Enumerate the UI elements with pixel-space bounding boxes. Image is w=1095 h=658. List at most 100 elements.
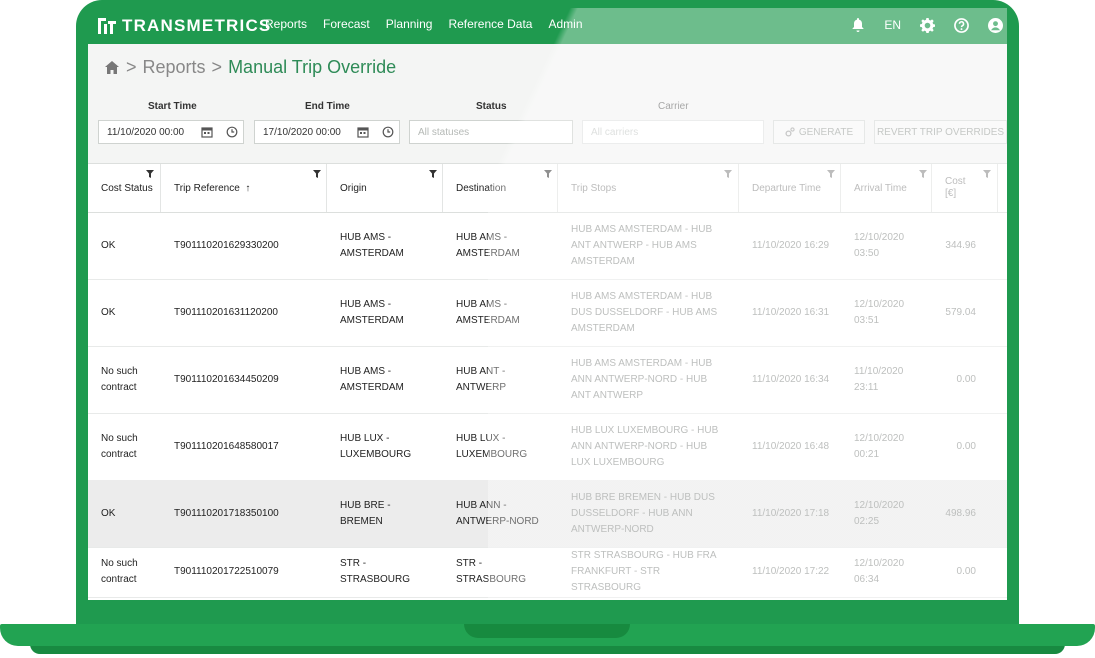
- cell-arrival: 12/10/2020 02:25: [854, 499, 905, 527]
- cell-trip-stops: HUB AMS AMSTERDAM - HUB ANT ANTWERP - HU…: [571, 223, 713, 267]
- language-selector[interactable]: EN: [884, 18, 901, 32]
- cell-trip-stops: HUB AMS AMSTERDAM - HUB DUS DUSSELDORF -…: [571, 290, 718, 334]
- logo-icon: [98, 18, 116, 34]
- sort-ascending-icon[interactable]: ↑: [245, 183, 250, 194]
- home-icon[interactable]: [104, 60, 120, 76]
- revert-label: REVERT TRIP OVERRIDES: [876, 126, 1005, 138]
- filter-icon[interactable]: [919, 170, 927, 178]
- table-row[interactable]: No such contract T901110201634450209 HUB A…: [88, 346, 1007, 414]
- breadcrumb-separator: >: [126, 57, 137, 77]
- filter-icon[interactable]: [429, 170, 437, 178]
- table-row[interactable]: OK T901110201631120200 HUB AMS - AMSTERDAM…: [88, 279, 1007, 347]
- nav-reports[interactable]: Reports: [265, 17, 307, 31]
- calendar-icon[interactable]: [201, 126, 213, 138]
- filter-icon[interactable]: [313, 170, 321, 178]
- cell-arrival: 12/10/2020 06:34: [854, 558, 905, 585]
- cell-destination: HUB ANN - ANTWERP-NORD: [456, 499, 539, 527]
- cell-cost: 0.00: [956, 566, 976, 577]
- cell-trip-stops: STR STRASBOURG - HUB FRA FRANKFURT - STR…: [571, 550, 717, 593]
- cell-cost-status: No such contract: [101, 558, 138, 585]
- cell-cost: 0.00: [956, 373, 976, 385]
- calendar-icon[interactable]: [357, 126, 369, 138]
- logo[interactable]: TRANSMETRICS: [98, 14, 271, 38]
- cell-cost: 498.96: [945, 507, 976, 519]
- cell-trip-reference: T901110201648580017: [174, 440, 279, 452]
- cell-cost-status: No such contract: [101, 365, 138, 393]
- revert-trip-overrides-button[interactable]: REVERT TRIP OVERRIDES: [874, 120, 1007, 144]
- nav-reference-data[interactable]: Reference Data: [448, 17, 532, 31]
- filter-icon[interactable]: [146, 170, 154, 178]
- gear-icon[interactable]: [919, 17, 935, 33]
- breadcrumb-separator: >: [211, 57, 223, 77]
- bell-icon[interactable]: [850, 17, 866, 33]
- cell-destination: HUB LUX - LUXEMBOURG: [456, 432, 528, 460]
- carrier-select[interactable]: All carriers: [582, 120, 764, 144]
- nav-admin[interactable]: Admin: [548, 17, 582, 31]
- cell-departure: 11/10/2020 16:29: [752, 239, 830, 251]
- cell-arrival: 12/10/2020 00:21: [854, 432, 905, 460]
- cell-trip-stops: HUB LUX LUXEMBOURG - HUB ANN ANTWERP-NOR…: [571, 424, 719, 468]
- cell-destination: HUB AMS - AMSTERDAM: [456, 298, 520, 326]
- column-header-trip-stops[interactable]: Trip Stops: [558, 164, 739, 212]
- filter-icon[interactable]: [983, 170, 991, 178]
- filter-icon[interactable]: [724, 170, 732, 178]
- cell-departure: 11/10/2020 17:18: [752, 507, 830, 519]
- status-select[interactable]: All statuses: [409, 120, 573, 144]
- cell-trip-reference: T901110201631120200: [174, 306, 278, 318]
- cell-arrival: 11/10/2020 23:11: [854, 365, 904, 393]
- column-header-arrival-time[interactable]: Arrival Time: [841, 164, 932, 212]
- table-row[interactable]: No such contract T901110201722510079 STR -…: [88, 547, 1007, 598]
- column-header-departure-time[interactable]: Departure Time: [739, 164, 841, 212]
- user-icon[interactable]: [987, 17, 1003, 33]
- column-label: Trip Reference: [174, 182, 240, 194]
- cell-trip-reference: T901110201629330200: [174, 239, 279, 251]
- table-header: Cost Status Trip Reference ↑ Origin Dest…: [88, 164, 1007, 213]
- top-icons: EN: [850, 17, 1003, 33]
- cell-cost-status: No such contract: [101, 432, 138, 460]
- filter-icon[interactable]: [544, 170, 552, 178]
- breadcrumb: > Reports > Manual Trip Override: [104, 57, 396, 78]
- filter-icon[interactable]: [827, 170, 835, 178]
- cell-cost-status: OK: [101, 306, 116, 318]
- column-header-origin[interactable]: Origin: [327, 164, 443, 212]
- app-screen: TRANSMETRICS Reports Forecast Planning R…: [88, 8, 1007, 600]
- end-time-label: End Time: [305, 101, 350, 112]
- cell-cost: 579.04: [945, 306, 976, 318]
- start-time-label: Start Time: [148, 101, 197, 112]
- end-time-field[interactable]: 17/10/2020 00:00: [254, 120, 400, 144]
- breadcrumb-reports[interactable]: Reports: [143, 57, 206, 78]
- column-header-destination[interactable]: Destination: [443, 164, 558, 212]
- filter-bar: Start Time 11/10/2020 00:00 End Time 17/…: [98, 101, 1007, 147]
- column-label: Arrival Time: [854, 182, 907, 194]
- cell-origin: HUB LUX - LUXEMBOURG: [340, 432, 412, 460]
- column-label: Trip Stops: [571, 182, 617, 194]
- status-placeholder: All statuses: [418, 126, 470, 138]
- column-header-cost-status[interactable]: Cost Status: [88, 164, 161, 212]
- clock-icon[interactable]: [226, 126, 238, 138]
- clock-icon[interactable]: [382, 126, 394, 138]
- cell-trip-reference: T901110201722510079: [174, 566, 279, 577]
- cell-trip-reference: T901110201634450209: [174, 373, 279, 385]
- nav-forecast[interactable]: Forecast: [323, 17, 370, 31]
- cell-departure: 11/10/2020 16:34: [752, 373, 830, 385]
- gears-icon: [785, 127, 795, 137]
- cell-arrival: 12/10/2020 03:50: [854, 231, 905, 259]
- generate-button[interactable]: GENERATE: [773, 120, 865, 144]
- cell-origin: HUB BRE - BREMEN: [340, 499, 391, 527]
- table-row[interactable]: OK T901110201718350100 HUB BRE - BREMEN HUB…: [88, 480, 1007, 548]
- cell-origin: STR - STRASBOURG: [340, 558, 411, 585]
- cell-cost-status: OK: [101, 507, 116, 519]
- top-navigation-bar: TRANSMETRICS Reports Forecast Planning R…: [88, 8, 1007, 44]
- column-header-cost[interactable]: Cost [€]: [932, 164, 998, 212]
- help-icon[interactable]: [953, 17, 969, 33]
- column-header-trip-reference[interactable]: Trip Reference ↑: [161, 164, 327, 212]
- end-time-value: 17/10/2020 00:00: [263, 126, 341, 138]
- cell-trip-stops: HUB AMS AMSTERDAM - HUB ANN ANTWERP-NORD…: [571, 357, 713, 401]
- nav-planning[interactable]: Planning: [386, 17, 433, 31]
- table-row[interactable]: No such contract T901110201648580017 HUB L…: [88, 413, 1007, 481]
- column-label: Cost [€]: [945, 176, 966, 199]
- table-row[interactable]: OK T901110201629330200 HUB AMS - AMSTERDAM…: [88, 212, 1007, 280]
- cell-departure: 11/10/2020 17:22: [752, 566, 830, 577]
- start-time-field[interactable]: 11/10/2020 00:00: [98, 120, 244, 144]
- trips-table: Cost Status Trip Reference ↑ Origin Dest…: [88, 163, 1007, 600]
